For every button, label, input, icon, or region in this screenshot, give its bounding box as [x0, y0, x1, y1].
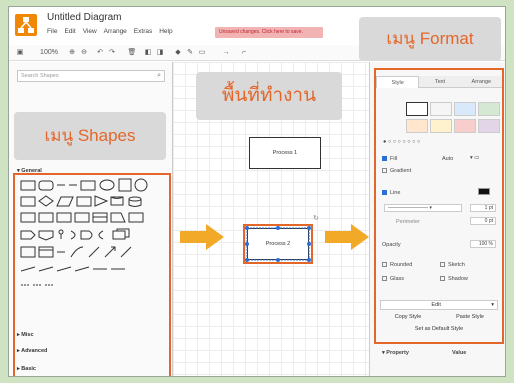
format-tabs: Style Text Arrange — [376, 76, 502, 88]
set-default-style-button[interactable]: Set as Default Style — [380, 326, 498, 332]
svg-text:↻: ↻ — [313, 214, 319, 222]
property-header: ▾ Property — [382, 350, 409, 356]
paste-style-button[interactable]: Paste Style — [442, 314, 498, 320]
section-advanced[interactable]: ▸ Advanced — [17, 348, 47, 354]
line-width-field[interactable]: 1 pt — [470, 204, 496, 212]
shapes-grid — [13, 173, 171, 376]
style-swatch[interactable] — [454, 119, 476, 133]
menu-extras[interactable]: Extras — [134, 28, 152, 35]
section-basic[interactable]: ▸ Basic — [17, 366, 36, 372]
document-title[interactable]: Untitled Diagram — [47, 12, 121, 23]
menu-edit[interactable]: Edit — [64, 28, 75, 35]
sketch-option[interactable]: Sketch — [440, 262, 465, 268]
shadow-option[interactable]: Shadow — [440, 276, 468, 282]
delete-icon[interactable]: 🗑 — [127, 47, 137, 59]
zoom-in-icon[interactable]: ⊕ — [67, 47, 77, 59]
shapes-panel: Search Shapes ⌕ ▾ General ▸ Misc ▸ Advan… — [9, 62, 173, 376]
redo-icon[interactable]: ↷ — [107, 47, 117, 59]
perimeter-field[interactable]: 0 pt — [470, 217, 496, 225]
to-back-icon[interactable]: ◨ — [155, 47, 165, 59]
fill-color-icon[interactable]: ◆ — [173, 47, 183, 59]
app-window: Untitled Diagram File Edit View Arrange … — [8, 6, 506, 377]
style-swatch[interactable] — [430, 102, 452, 116]
style-swatch[interactable] — [406, 102, 428, 116]
workspace-callout: พื้นที่ทำงาน — [196, 72, 342, 120]
line-color-icon[interactable]: ✎ — [185, 47, 195, 59]
style-swatch[interactable] — [478, 102, 500, 116]
format-panel-toggle-icon[interactable]: ▣ — [13, 47, 27, 59]
menu-bar: File Edit View Arrange Extras Help — [47, 28, 173, 35]
style-swatch[interactable] — [430, 119, 452, 133]
chevron-down-icon: ▾ — [491, 302, 494, 308]
copy-style-button[interactable]: Copy Style — [380, 314, 436, 320]
search-shapes-input[interactable]: Search Shapes ⌕ — [17, 70, 165, 82]
opacity-label: Opacity — [382, 242, 401, 248]
glass-option[interactable]: Glass — [382, 276, 404, 282]
fill-color-swatch[interactable]: ▾ ▭ — [470, 155, 480, 161]
gradient-checkbox[interactable] — [382, 168, 387, 174]
style-swatch[interactable] — [478, 119, 500, 133]
value-header: Value — [452, 350, 467, 356]
line-style-select[interactable]: ———————— ▾ — [384, 204, 462, 212]
opacity-field[interactable]: 100 % — [470, 240, 496, 248]
gradient-row[interactable]: Gradient — [382, 168, 411, 174]
format-panel: Style Text Arrange ● ○ ○ ○ ○ ○ ○ ○ Fill … — [369, 62, 505, 376]
zoom-select[interactable]: 100% — [35, 47, 63, 59]
perimeter-label: Perimeter — [396, 219, 420, 225]
undo-icon[interactable]: ↶ — [95, 47, 105, 59]
to-front-icon[interactable]: ◧ — [143, 47, 153, 59]
shape-palette-icon[interactable] — [15, 175, 169, 305]
fill-mode-select[interactable]: Auto — [442, 156, 453, 162]
menu-help[interactable]: Help — [159, 28, 172, 35]
line-checkbox[interactable] — [382, 190, 387, 196]
fill-row[interactable]: Fill — [382, 156, 397, 162]
swatch-pager-dots[interactable]: ● ○ ○ ○ ○ ○ ○ ○ — [383, 139, 420, 145]
connection-icon[interactable]: → — [219, 47, 233, 59]
unsaved-changes-banner[interactable]: Unsaved changes. Click here to save. — [215, 27, 323, 38]
arrow-left-to-canvas-icon — [180, 224, 224, 250]
drawio-logo-icon — [15, 14, 37, 36]
tab-arrange[interactable]: Arrange — [460, 76, 502, 88]
menu-arrange[interactable]: Arrange — [104, 28, 127, 35]
search-placeholder: Search Shapes — [21, 73, 59, 79]
section-misc[interactable]: ▸ Misc — [17, 332, 34, 338]
tab-style[interactable]: Style — [376, 76, 420, 88]
format-menu-callout: เมนู Format — [359, 17, 501, 61]
tab-text[interactable]: Text — [419, 76, 461, 88]
search-icon[interactable]: ⌕ — [157, 71, 161, 81]
rounded-option[interactable]: Rounded — [382, 262, 412, 268]
style-swatch[interactable] — [406, 119, 428, 133]
waypoint-icon[interactable]: ⌐ — [237, 47, 251, 59]
menu-view[interactable]: View — [83, 28, 97, 35]
zoom-out-icon[interactable]: ⊖ — [79, 47, 89, 59]
menu-file[interactable]: File — [47, 28, 57, 35]
arrow-canvas-to-format-icon — [325, 224, 369, 250]
shadow-icon[interactable]: ▭ — [197, 47, 207, 59]
shapes-menu-callout: เมนู Shapes — [14, 112, 166, 160]
line-color-swatch[interactable] — [478, 188, 490, 195]
edit-style-button[interactable]: Edit ▾ — [380, 300, 498, 310]
line-row[interactable]: Line — [382, 190, 400, 196]
style-swatch[interactable] — [454, 102, 476, 116]
fill-checkbox[interactable] — [382, 156, 387, 162]
